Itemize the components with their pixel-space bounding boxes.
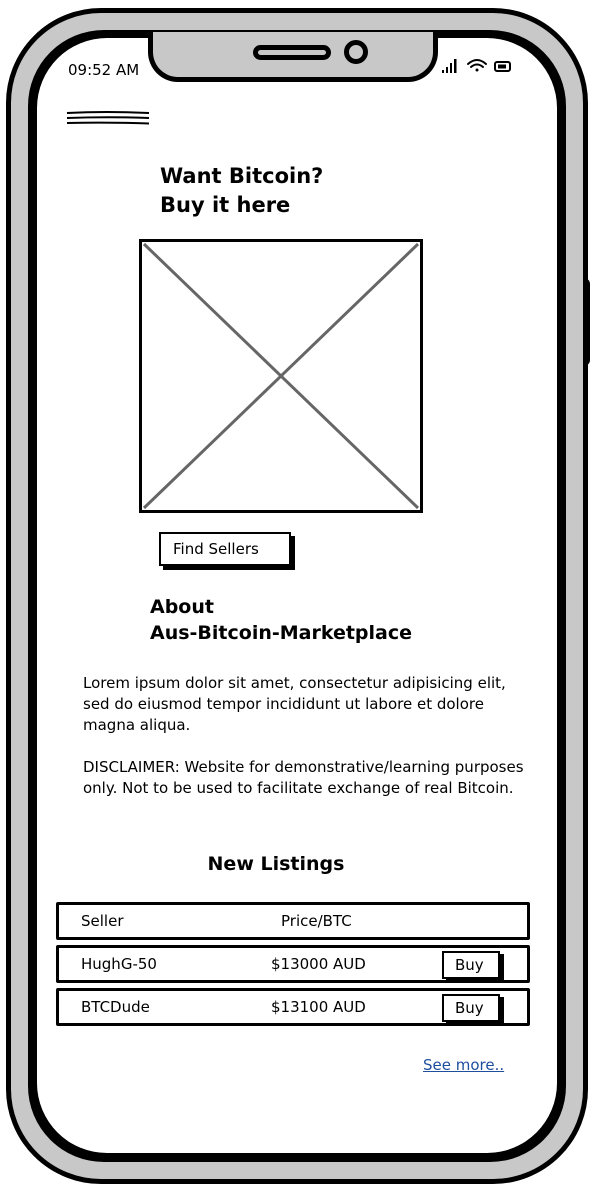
image-placeholder [139,239,423,513]
about-paragraph: Lorem ipsum dolor sit amet, consectetur … [83,674,506,734]
column-header-price: Price/BTC [281,912,352,930]
table-row: HughG-50 $13000 AUD Buy [56,945,530,983]
wifi-icon [467,59,487,72]
listing-price: $13000 AUD [271,955,366,973]
find-sellers-button[interactable]: Find Sellers [159,532,291,566]
listings-title: New Listings [207,853,345,875]
table-row: BTCDude $13100 AUD Buy [56,988,530,1026]
about-title-line1: About [150,596,214,618]
about-title: About Aus-Bitcoin-Marketplace [150,594,412,646]
signal-icon [442,59,457,73]
menu-icon[interactable] [66,110,150,126]
listing-seller: BTCDude [81,998,150,1016]
speaker-icon [253,45,331,60]
buy-button[interactable]: Buy [442,994,500,1022]
see-more-link[interactable]: See more.. [423,1056,504,1074]
disclaimer-paragraph: DISCLAIMER: Website for demonstrative/le… [83,758,524,797]
status-time: 09:52 AM [68,61,140,79]
hero-title-line2: Buy it here [160,193,291,217]
about-title-line2: Aus-Bitcoin-Marketplace [150,622,413,644]
hero-title: Want Bitcoin? Buy it here [160,162,323,220]
column-header-seller: Seller [81,912,124,930]
listing-seller: HughG-50 [81,955,157,973]
status-icons [442,59,511,73]
listing-price: $13100 AUD [271,998,366,1016]
battery-icon [494,61,511,72]
buy-button[interactable]: Buy [442,951,500,979]
hero-title-line1: Want Bitcoin? [160,164,324,188]
listings-header-row: Seller Price/BTC [56,902,530,940]
camera-icon [344,40,368,64]
